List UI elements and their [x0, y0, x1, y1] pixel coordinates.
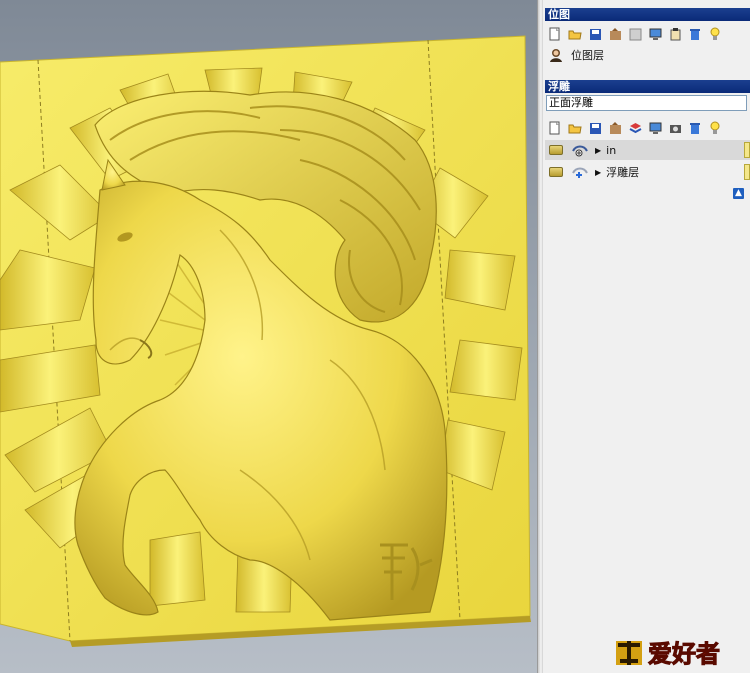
relief-section-header[interactable]: 浮雕	[545, 80, 750, 93]
expand-arrow-icon[interactable]: ▶	[595, 168, 601, 177]
layer-light-toggle[interactable]	[744, 164, 750, 180]
bitmap-section-header[interactable]: 位图	[545, 8, 750, 21]
camera-icon[interactable]	[668, 121, 682, 135]
expand-arrow-icon[interactable]: ▶	[595, 146, 601, 155]
delete-icon[interactable]	[688, 121, 702, 135]
layer-light-toggle[interactable]	[744, 142, 750, 158]
relief-layer-label-base: 浮雕层	[606, 166, 640, 179]
relief-layer-row-in[interactable]: ▶ in	[545, 140, 750, 160]
new-icon[interactable]	[548, 27, 562, 41]
delete-icon[interactable]	[688, 27, 702, 41]
relief-model	[0, 35, 531, 647]
save-icon[interactable]	[588, 27, 602, 41]
layer-mode-icon[interactable]	[571, 143, 589, 157]
side-panel: 位图 位图层 浮雕 正面浮雕 ▶ in ▶ 浮雕层 ▲	[543, 0, 750, 673]
move-up-icon[interactable]: ▲	[733, 188, 744, 199]
save-icon[interactable]	[588, 121, 602, 135]
3d-viewport[interactable]	[0, 0, 537, 673]
bitmap-layer-row[interactable]: 位图层	[545, 45, 750, 65]
monitor-icon[interactable]	[648, 27, 662, 41]
watermark-logo: 爱好者	[616, 640, 721, 669]
open-folder-icon[interactable]	[568, 27, 582, 41]
new-icon[interactable]	[548, 121, 562, 135]
logo-text: 爱好者	[648, 640, 720, 668]
import-icon[interactable]	[608, 121, 622, 135]
visibility-icon[interactable]	[549, 145, 563, 155]
paste-icon[interactable]	[668, 27, 682, 41]
blank-icon[interactable]	[628, 27, 642, 41]
relief-layer-label-in: in	[606, 143, 617, 157]
visibility-icon[interactable]	[549, 167, 563, 177]
bitmap-toolbar	[545, 24, 750, 44]
monitor-icon[interactable]	[648, 121, 662, 135]
bitmap-layer-label: 位图层	[571, 49, 604, 62]
lightbulb-icon[interactable]	[708, 27, 722, 41]
portrait-icon	[549, 48, 563, 62]
layers-icon[interactable]	[628, 121, 642, 135]
lightbulb-icon[interactable]	[708, 121, 722, 135]
relief-layer-row-base[interactable]: ▶ 浮雕层	[545, 162, 750, 182]
layer-mode-icon[interactable]	[571, 165, 589, 179]
open-folder-icon[interactable]	[568, 121, 582, 135]
relief-view-select[interactable]: 正面浮雕	[546, 95, 747, 111]
import-icon[interactable]	[608, 27, 622, 41]
relief-toolbar	[545, 118, 750, 138]
